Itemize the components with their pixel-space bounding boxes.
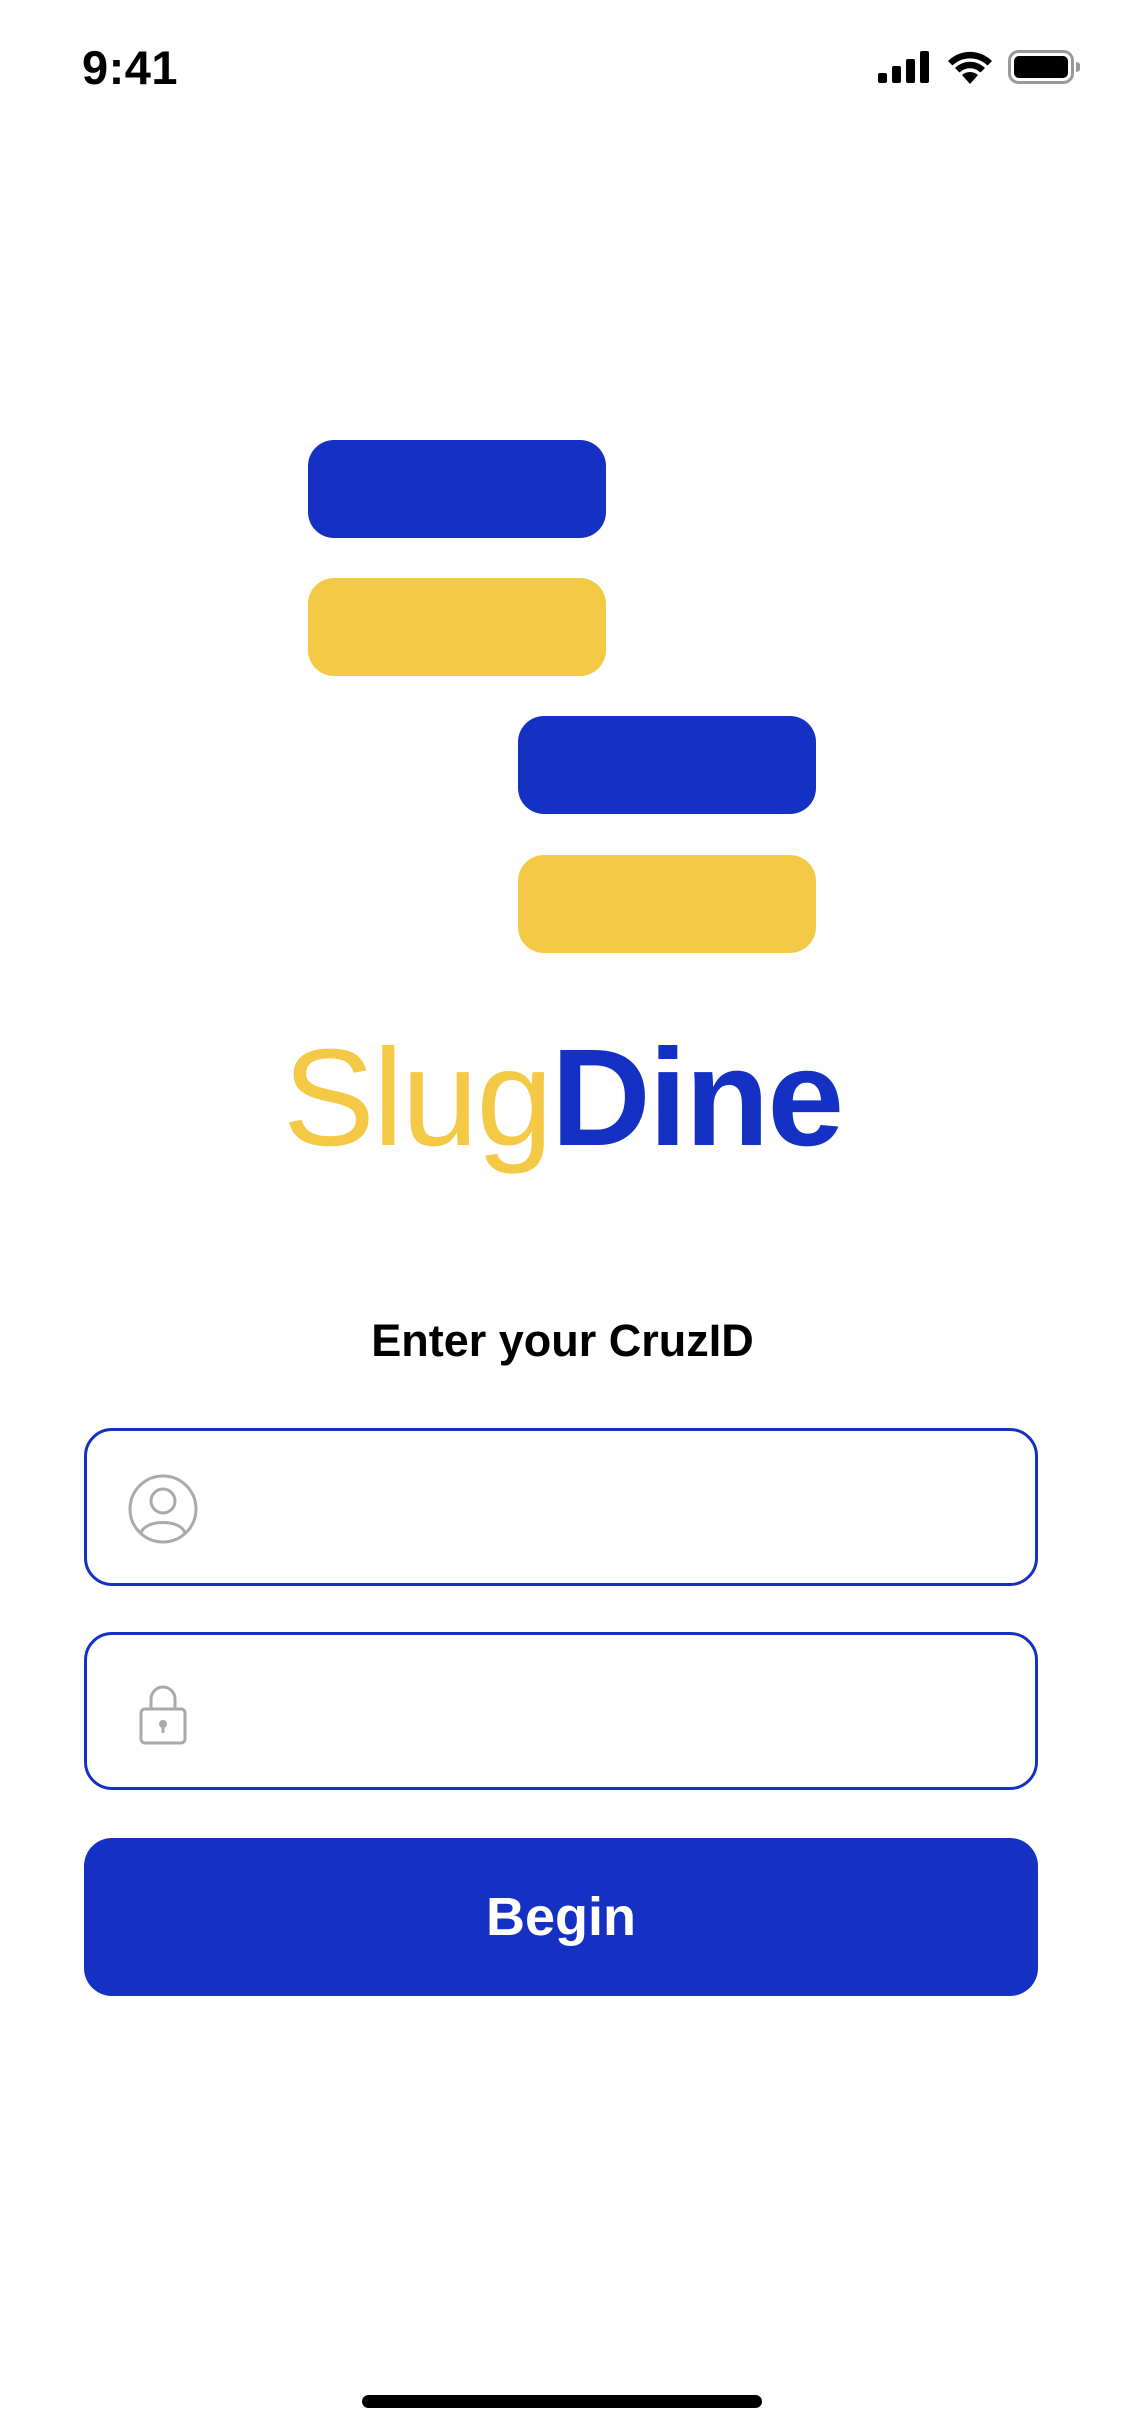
status-bar: 9:41	[0, 0, 1125, 135]
password-field[interactable]	[84, 1632, 1038, 1790]
status-icons	[878, 50, 1080, 84]
login-prompt: Enter your CruzID	[371, 1315, 754, 1366]
user-icon	[128, 1474, 198, 1544]
cellular-signal-icon	[878, 51, 929, 83]
home-indicator[interactable]	[362, 2395, 762, 2408]
status-time: 9:41	[82, 41, 179, 94]
lock-icon	[139, 1685, 187, 1745]
logo-bar-blue-bottom	[518, 716, 816, 814]
begin-button[interactable]: Begin	[84, 1838, 1038, 1996]
logo-bar-blue-top	[308, 440, 606, 538]
wordmark-slug: Slug	[282, 1021, 553, 1175]
cruzid-input[interactable]	[217, 1431, 1011, 1585]
password-input[interactable]	[217, 1635, 1011, 1789]
battery-icon	[1008, 50, 1080, 84]
logo-bar-yellow-top	[308, 578, 606, 676]
wordmark-dine: Dine	[551, 1021, 844, 1175]
logo-bar-yellow-bottom	[518, 855, 816, 953]
wifi-icon	[948, 51, 992, 84]
app-wordmark: SlugDine	[0, 1018, 1125, 1178]
cruzid-field[interactable]	[84, 1428, 1038, 1586]
